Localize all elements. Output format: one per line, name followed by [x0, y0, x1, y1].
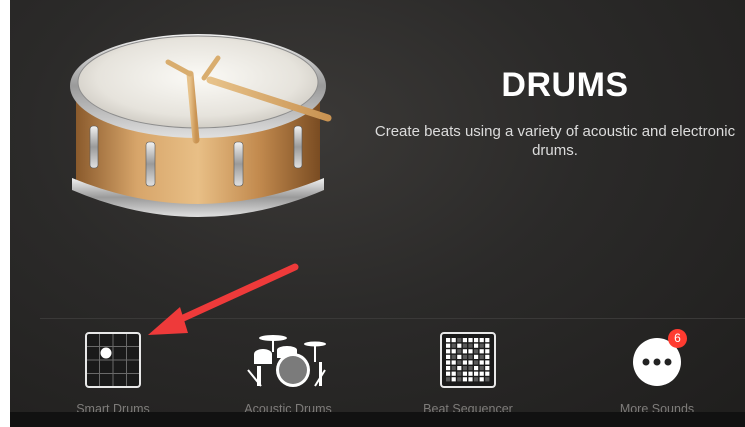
sequencer-cell	[468, 338, 473, 343]
sequencer-cell	[468, 377, 473, 382]
sequencer-cell	[451, 343, 456, 348]
sequencer-cell	[485, 377, 490, 382]
sequencer-cell	[462, 366, 467, 371]
sequencer-cell	[479, 377, 484, 382]
sequencer-cell	[468, 349, 473, 354]
sequencer-cell	[462, 371, 467, 376]
sequencer-cell	[485, 366, 490, 371]
sequencer-cell	[446, 343, 451, 348]
sequencer-cell	[468, 354, 473, 359]
sequencer-cell	[474, 366, 479, 371]
sequencer-cell	[474, 338, 479, 343]
sequencer-cell	[462, 338, 467, 343]
sequencer-cell	[485, 354, 490, 359]
sequencer-cell	[479, 366, 484, 371]
instrument-title: DRUMS	[501, 66, 629, 104]
sequencer-cell	[485, 371, 490, 376]
sequencer-cell	[457, 354, 462, 359]
beat-sequencer-option[interactable]: Beat Sequencer	[388, 330, 548, 420]
sequencer-cell	[479, 371, 484, 376]
sequencer-cell	[451, 349, 456, 354]
sequencer-cell	[474, 349, 479, 354]
drums-instrument-screen: DRUMS Create beats using a variety of ac…	[10, 0, 745, 427]
more-sounds-option[interactable]: 6 More Sounds	[577, 329, 737, 420]
sequencer-cell	[451, 360, 456, 365]
sequencer-cell	[457, 366, 462, 371]
sequencer-cell	[451, 366, 456, 371]
sequencer-cell	[462, 343, 467, 348]
sequencer-cell	[451, 338, 456, 343]
sequencer-cell	[446, 366, 451, 371]
sequencer-cell	[474, 354, 479, 359]
sequencer-cell	[485, 349, 490, 354]
sequencer-cell	[485, 338, 490, 343]
sequencer-cell	[457, 360, 462, 365]
sequencer-cell	[479, 360, 484, 365]
sequencer-cell	[462, 377, 467, 382]
sequencer-cell	[462, 349, 467, 354]
sequencer-cell	[457, 349, 462, 354]
sequencer-cell	[446, 360, 451, 365]
sequencer-cell	[457, 371, 462, 376]
sequencer-cell	[457, 343, 462, 348]
sequencer-cell	[446, 338, 451, 343]
sequencer-cell	[451, 354, 456, 359]
snare-drum-illustration	[70, 34, 332, 217]
annotation-arrow-icon	[148, 263, 299, 335]
sequencer-cell	[485, 360, 490, 365]
sequencer-cell	[451, 371, 456, 376]
instrument-description: Create beats using a variety of acoustic…	[374, 123, 736, 159]
notification-badge: 6	[668, 329, 687, 348]
sequencer-cell	[446, 349, 451, 354]
sequencer-cell	[474, 371, 479, 376]
sequencer-cell	[446, 354, 451, 359]
sequencer-cell	[468, 343, 473, 348]
sequencer-cell	[479, 354, 484, 359]
sequencer-cell	[468, 360, 473, 365]
smart-drums-grid-icon	[83, 330, 143, 390]
sequencer-cell	[457, 338, 462, 343]
beat-sequencer-icon	[438, 330, 498, 390]
sequencer-cell	[446, 371, 451, 376]
sequencer-cell	[468, 366, 473, 371]
sequencer-cell	[479, 338, 484, 343]
sequencer-cell	[462, 354, 467, 359]
sequencer-cell	[468, 371, 473, 376]
sequencer-cell	[451, 377, 456, 382]
sequencer-cell	[446, 377, 451, 382]
bottom-edge	[10, 412, 745, 427]
sequencer-cell	[474, 343, 479, 348]
sequencer-cell	[485, 343, 490, 348]
sequencer-cell	[474, 360, 479, 365]
sequencer-cell	[474, 377, 479, 382]
sequencer-cell	[479, 343, 484, 348]
sequencer-cell	[462, 360, 467, 365]
more-icon: 6	[627, 329, 687, 390]
sequencer-cell	[479, 349, 484, 354]
sequencer-cell	[457, 377, 462, 382]
